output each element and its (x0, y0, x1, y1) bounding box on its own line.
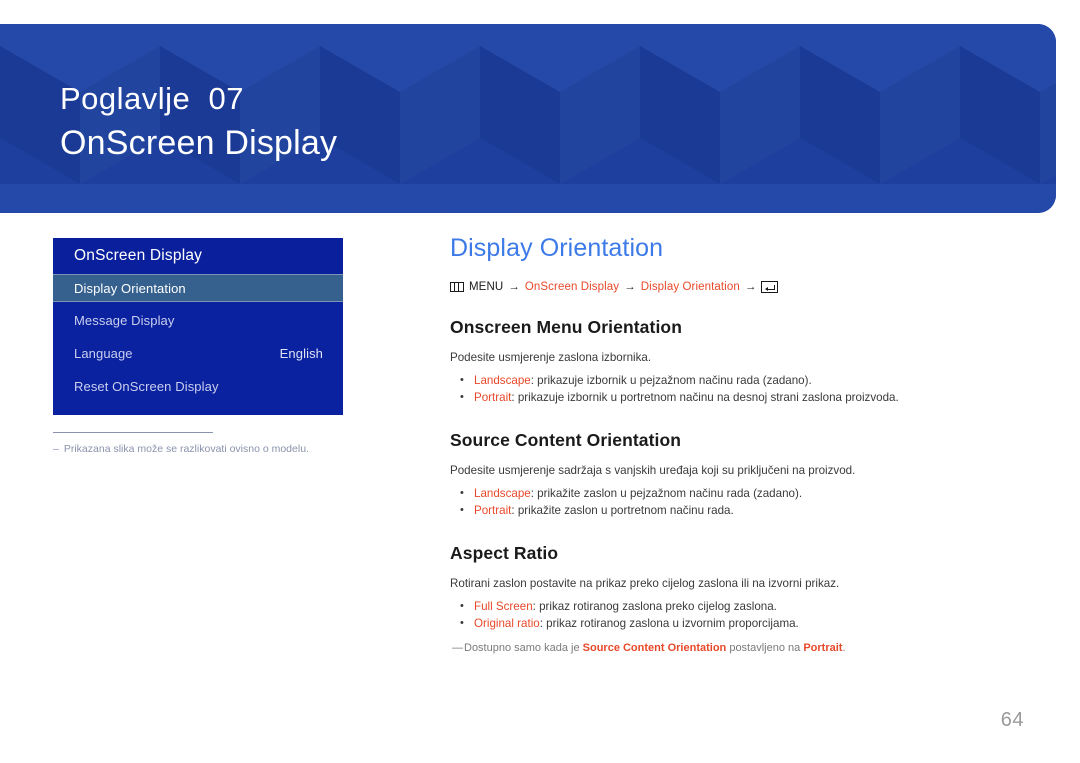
enter-key-icon (761, 281, 779, 293)
content-column: Display Orientation MENU → OnScreen Disp… (450, 232, 1030, 656)
osd-note-text: Prikazana slika može se razlikovati ovis… (63, 443, 309, 455)
bullet-text: Original ratio: prikaz rotiranog zaslona… (474, 615, 799, 632)
manual-page: Poglavlje 07 OnScreen Display OnScreen D… (0, 0, 1080, 763)
chapter-title: OnScreen Display (60, 124, 338, 162)
bullet-marker-icon: • (460, 391, 464, 403)
osd-menu-item[interactable]: Reset OnScreen Display (53, 371, 343, 401)
footnote-text-after: . (842, 642, 846, 654)
bullet-list: • Landscape: prikažite zaslon u pejzažnom… (450, 485, 1030, 519)
bullet-term: Portrait (474, 504, 512, 517)
section-intro: Podesite usmjerenje sadržaja s vanjskih … (450, 464, 856, 477)
bullet-text: Portrait: prikazuje izbornik u portretno… (474, 389, 899, 406)
bullet-list: • Landscape: prikazuje izbornik u pejzažn… (450, 372, 1030, 406)
bullet-marker-icon: • (460, 600, 464, 612)
bullet-description: : prikaz rotiranog zaslona preko cijelog… (532, 600, 777, 613)
bullet-item: • Full Screen: prikaz rotiranog zaslona p… (450, 598, 1030, 615)
osd-note-dash: – (53, 443, 59, 455)
osd-menu-panel: OnScreen Display Display Orientation Mess… (53, 238, 343, 415)
osd-menu-item[interactable]: Language English (53, 338, 343, 368)
bullet-text: Full Screen: prikaz rotiranog zaslona pr… (474, 598, 777, 615)
chapter-banner: Poglavlje 07 OnScreen Display (0, 24, 1056, 213)
osd-menu-item-label: Message Display (74, 312, 175, 328)
bullet-text: Portrait: prikažite zaslon u portretnom … (474, 502, 734, 519)
osd-menu-item[interactable]: Message Display (53, 305, 343, 335)
breadcrumb: MENU → OnScreen Display → Display Orient… (450, 281, 1030, 293)
bullet-item: • Portrait: prikazuje izbornik u portretn… (450, 389, 1030, 406)
breadcrumb-item-display-orientation: Display Orientation (640, 281, 740, 293)
bullet-term: Full Screen (474, 600, 533, 613)
bullet-marker-icon: • (460, 617, 464, 629)
bullet-description: : prikazuje izbornik u portretnom načinu… (511, 391, 899, 404)
page-number: 64 (1000, 709, 1024, 731)
page-title: Display Orientation (450, 234, 664, 262)
bullet-marker-icon: • (460, 374, 464, 386)
content-section: Source Content Orientation Podesite usmje… (450, 428, 1030, 519)
bullet-description: : prikažite zaslon u portretnom načinu r… (511, 504, 734, 517)
bullet-item: • Original ratio: prikaz rotiranog zaslon… (450, 615, 1030, 632)
breadcrumb-arrow-1: → (508, 281, 520, 293)
section-heading: Source Content Orientation (450, 430, 682, 450)
footnote-dash: — (452, 642, 463, 654)
bullet-description: : prikažite zaslon u pejzažnom načinu ra… (530, 487, 803, 500)
sections-container: Onscreen Menu Orientation Podesite usmjer… (450, 315, 1030, 656)
osd-menu-item-label: Reset OnScreen Display (74, 378, 219, 394)
bullet-item: • Landscape: prikažite zaslon u pejzažnom… (450, 485, 1030, 502)
bullet-item: • Portrait: prikažite zaslon u portretnom… (450, 502, 1030, 519)
footnote-text-before: Dostupno samo kada je (464, 642, 583, 654)
footnote-text: Dostupno samo kada je Source Content Ori… (464, 640, 846, 656)
chapter-label: Poglavlje 07 (60, 81, 245, 116)
osd-menu-item-label: Display Orientation (74, 280, 186, 296)
bullet-term: Portrait (474, 391, 512, 404)
divider (53, 432, 213, 433)
footnote-setting-value: Portrait (803, 642, 843, 654)
breadcrumb-arrow-2: → (624, 281, 636, 293)
bullet-description: : prikazuje izbornik u pejzažnom načinu … (530, 374, 812, 387)
chapter-text-block: Poglavlje 07 OnScreen Display (60, 79, 337, 165)
osd-note-block: – Prikazana slika može se razlikovati ov… (53, 432, 353, 456)
osd-menu-item[interactable]: Display Orientation (53, 274, 343, 302)
bullet-term: Landscape (474, 487, 531, 500)
section-heading: Onscreen Menu Orientation (450, 317, 682, 337)
section-intro: Podesite usmjerenje zaslona izbornika. (450, 351, 652, 364)
menu-bars-icon (450, 282, 464, 292)
osd-menu-list: Display Orientation Message Display Langua… (53, 274, 343, 401)
bullet-marker-icon: • (460, 504, 464, 516)
footnote-text-middle: postavljeno na (726, 642, 804, 654)
bullet-item: • Landscape: prikazuje izbornik u pejzažn… (450, 372, 1030, 389)
section-heading: Aspect Ratio (450, 543, 559, 563)
osd-note: – Prikazana slika može se razlikovati ov… (53, 442, 353, 456)
breadcrumb-item-onscreen-display: OnScreen Display (524, 281, 620, 293)
section-intro: Rotirani zaslon postavite na prikaz prek… (450, 577, 840, 590)
bullet-description: : prikaz rotiranog zaslona u izvornim pr… (539, 617, 799, 630)
breadcrumb-arrow-3: → (744, 281, 757, 293)
osd-menu-title: OnScreen Display (53, 238, 343, 274)
content-section: Onscreen Menu Orientation Podesite usmjer… (450, 315, 1030, 406)
bullet-term: Original ratio (474, 617, 540, 630)
osd-menu-item-value: English (279, 345, 323, 361)
bullet-text: Landscape: prikazuje izbornik u pejzažno… (474, 372, 812, 389)
breadcrumb-menu-label: MENU (469, 281, 504, 293)
bullet-marker-icon: • (460, 487, 464, 499)
section-footnote: — Dostupno samo kada je Source Content Or… (450, 640, 1030, 656)
osd-menu-item-label: Language (74, 345, 133, 361)
footnote-setting-name: Source Content Orientation (582, 642, 727, 654)
content-section: Aspect Ratio Rotirani zaslon postavite na… (450, 541, 1030, 656)
bullet-term: Landscape (474, 374, 531, 387)
bullet-list: • Full Screen: prikaz rotiranog zaslona p… (450, 598, 1030, 632)
bullet-text: Landscape: prikažite zaslon u pejzažnom … (474, 485, 802, 502)
